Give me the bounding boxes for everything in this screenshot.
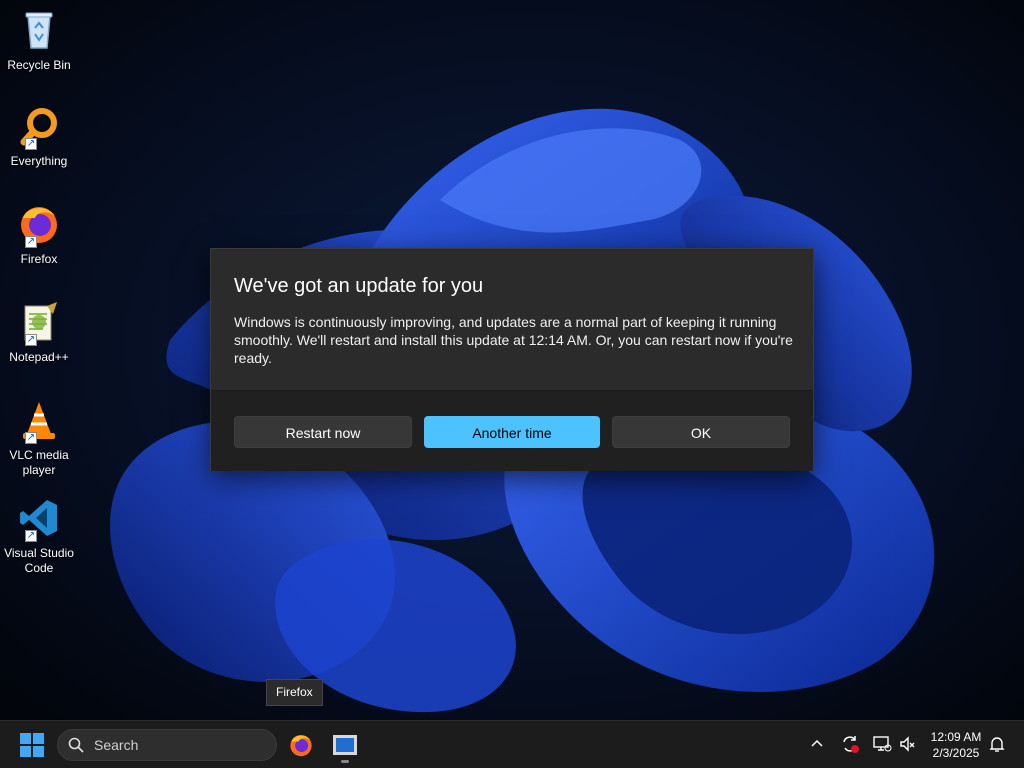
another-time-button[interactable]: Another time xyxy=(424,416,600,448)
shortcut-arrow-icon: ↗ xyxy=(25,334,37,346)
taskbar-search-box[interactable]: Search xyxy=(57,729,277,761)
everything-search-icon: ↗ xyxy=(17,104,61,150)
desktop-icon-vscode[interactable]: ↗ Visual Studio Code xyxy=(4,496,74,576)
desktop-icon-notepad-plus-plus[interactable]: ↗ Notepad++ xyxy=(4,300,74,365)
windows-logo-icon xyxy=(20,733,44,757)
running-indicator xyxy=(341,760,349,763)
window-app-icon xyxy=(333,735,357,755)
taskbar-app-button[interactable] xyxy=(332,733,358,763)
search-placeholder: Search xyxy=(94,737,139,753)
firefox-icon xyxy=(290,734,312,757)
restart-now-button[interactable]: Restart now xyxy=(234,416,412,448)
vscode-icon: ↗ xyxy=(17,496,61,542)
taskbar-firefox-button[interactable] xyxy=(288,732,314,763)
volume-muted-icon[interactable] xyxy=(898,734,918,759)
notepad-plus-plus-icon: ↗ xyxy=(17,300,61,346)
desktop-icon-vlc[interactable]: ↗ VLC media player xyxy=(4,398,74,478)
dialog-button-bar: Restart now Another time OK xyxy=(211,390,813,471)
taskbar-clock[interactable]: 12:09 AM 2/3/2025 xyxy=(924,729,988,761)
desktop-icon-recycle-bin[interactable]: Recycle Bin xyxy=(4,8,74,73)
taskbar: Search 12:09 AM 2/3/2025 xyxy=(0,720,1024,768)
desktop-icon-label: Everything xyxy=(10,154,68,168)
desktop-icon-label: Firefox xyxy=(20,252,58,266)
search-icon xyxy=(68,737,84,753)
desktop-icon-firefox[interactable]: ↗ Firefox xyxy=(4,202,74,267)
shortcut-arrow-icon: ↗ xyxy=(25,432,37,444)
show-hidden-icons-chevron-icon[interactable] xyxy=(810,737,824,754)
update-dialog: We've got an update for you Windows is c… xyxy=(210,248,814,471)
shortcut-arrow-icon: ↗ xyxy=(25,138,37,150)
clock-time: 12:09 AM xyxy=(930,730,982,744)
vlc-icon: ↗ xyxy=(17,398,61,444)
taskbar-tooltip: Firefox xyxy=(266,679,323,706)
dialog-message: Windows is continuously improving, and u… xyxy=(234,314,793,366)
sync-status-icon[interactable] xyxy=(840,734,860,759)
desktop-icon-everything[interactable]: ↗ Everything xyxy=(4,104,74,169)
desktop-icon-label: Notepad++ xyxy=(9,350,69,364)
desktop-icon-label: Visual Studio Code xyxy=(4,546,74,575)
firefox-icon: ↗ xyxy=(17,202,61,248)
desktop-icon-label: VLC media player xyxy=(9,448,69,477)
network-icon[interactable] xyxy=(872,734,892,759)
clock-date: 2/3/2025 xyxy=(932,746,980,760)
desktop-icon-label: Recycle Bin xyxy=(7,58,71,72)
dialog-title: We've got an update for you xyxy=(234,275,484,297)
start-button[interactable] xyxy=(20,733,44,762)
shortcut-arrow-icon: ↗ xyxy=(25,530,37,542)
recycle-bin-icon xyxy=(17,8,61,52)
ok-button[interactable]: OK xyxy=(612,416,790,448)
notification-bell-icon[interactable] xyxy=(988,735,1006,758)
shortcut-arrow-icon: ↗ xyxy=(25,236,37,248)
